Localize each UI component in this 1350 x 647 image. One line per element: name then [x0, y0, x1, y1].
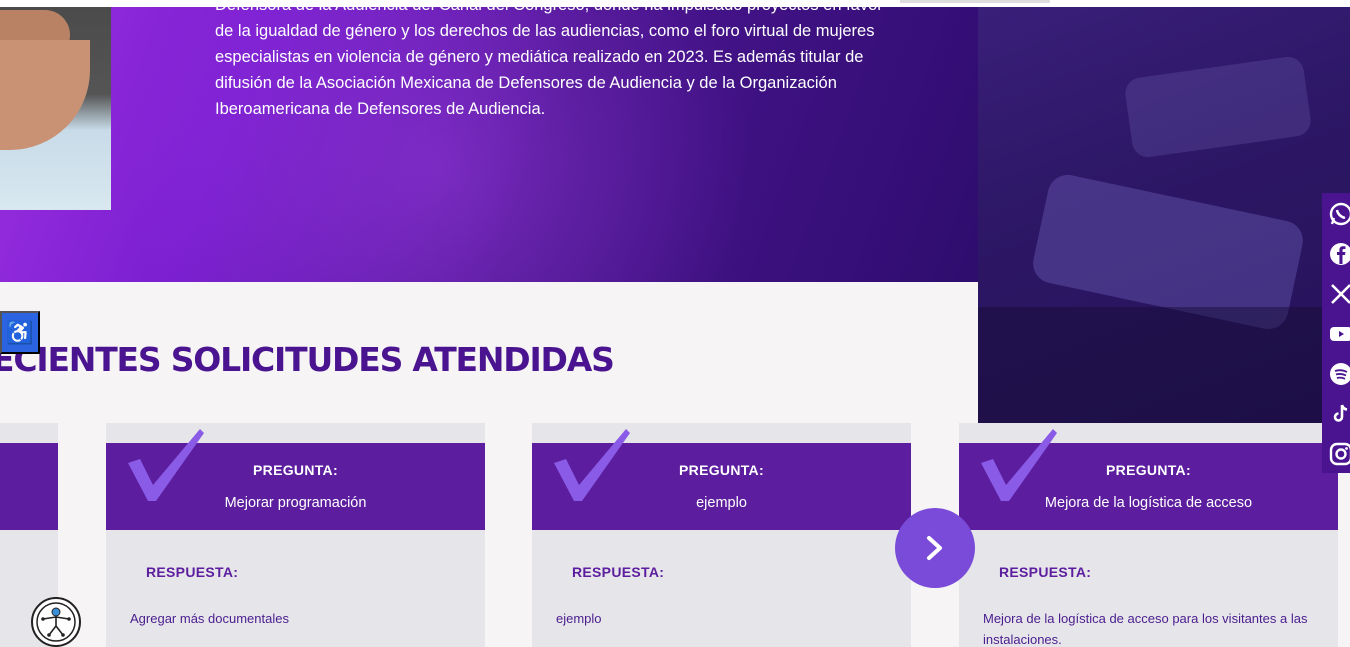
- bio-paragraph: Defensora de la Audiencia del Canal del …: [215, 0, 883, 118]
- answer-text: Agregar más documentales: [130, 611, 289, 626]
- request-card: PREGUNTA: Mejorar programación RESPUESTA…: [106, 423, 485, 647]
- facebook-icon[interactable]: [1328, 241, 1350, 267]
- wheelchair-icon: ♿: [6, 319, 34, 345]
- carousel-next-button[interactable]: [895, 508, 975, 588]
- section-title: ECIENTES SOLICITUDES ATENDIDAS: [0, 340, 615, 379]
- accessibility-toggle-button[interactable]: ♿: [0, 311, 40, 354]
- instagram-icon[interactable]: [1328, 441, 1350, 467]
- profile-photo: [0, 0, 111, 210]
- spotify-icon[interactable]: [1328, 361, 1350, 387]
- answer-label: RESPUESTA:: [146, 564, 239, 580]
- request-card: PREGUNTA: ejemplo RESPUESTA: ejemplo: [532, 423, 911, 647]
- request-card: PREGUNTA: Mejora de la logística de acce…: [959, 423, 1338, 647]
- checkmark-icon: [554, 429, 630, 501]
- top-scroll-strip: [0, 0, 1350, 7]
- youtube-icon[interactable]: [1328, 321, 1350, 347]
- whatsapp-icon[interactable]: [1328, 201, 1350, 227]
- tiktok-icon[interactable]: [1328, 401, 1350, 427]
- x-icon[interactable]: [1328, 281, 1350, 307]
- answer-label: RESPUESTA:: [999, 564, 1092, 580]
- social-sidebar: [1322, 193, 1350, 473]
- answer-text: Mejora de la logística de acceso para lo…: [983, 611, 1308, 647]
- checkmark-icon: [981, 429, 1057, 501]
- chevron-right-icon: [927, 536, 942, 560]
- answer-label: RESPUESTA:: [572, 564, 665, 580]
- checkmark-icon: [128, 429, 204, 501]
- accessibility-widget-icon[interactable]: [31, 597, 81, 647]
- side-keyboard-image: [978, 7, 1350, 423]
- answer-text: ejemplo: [556, 611, 602, 626]
